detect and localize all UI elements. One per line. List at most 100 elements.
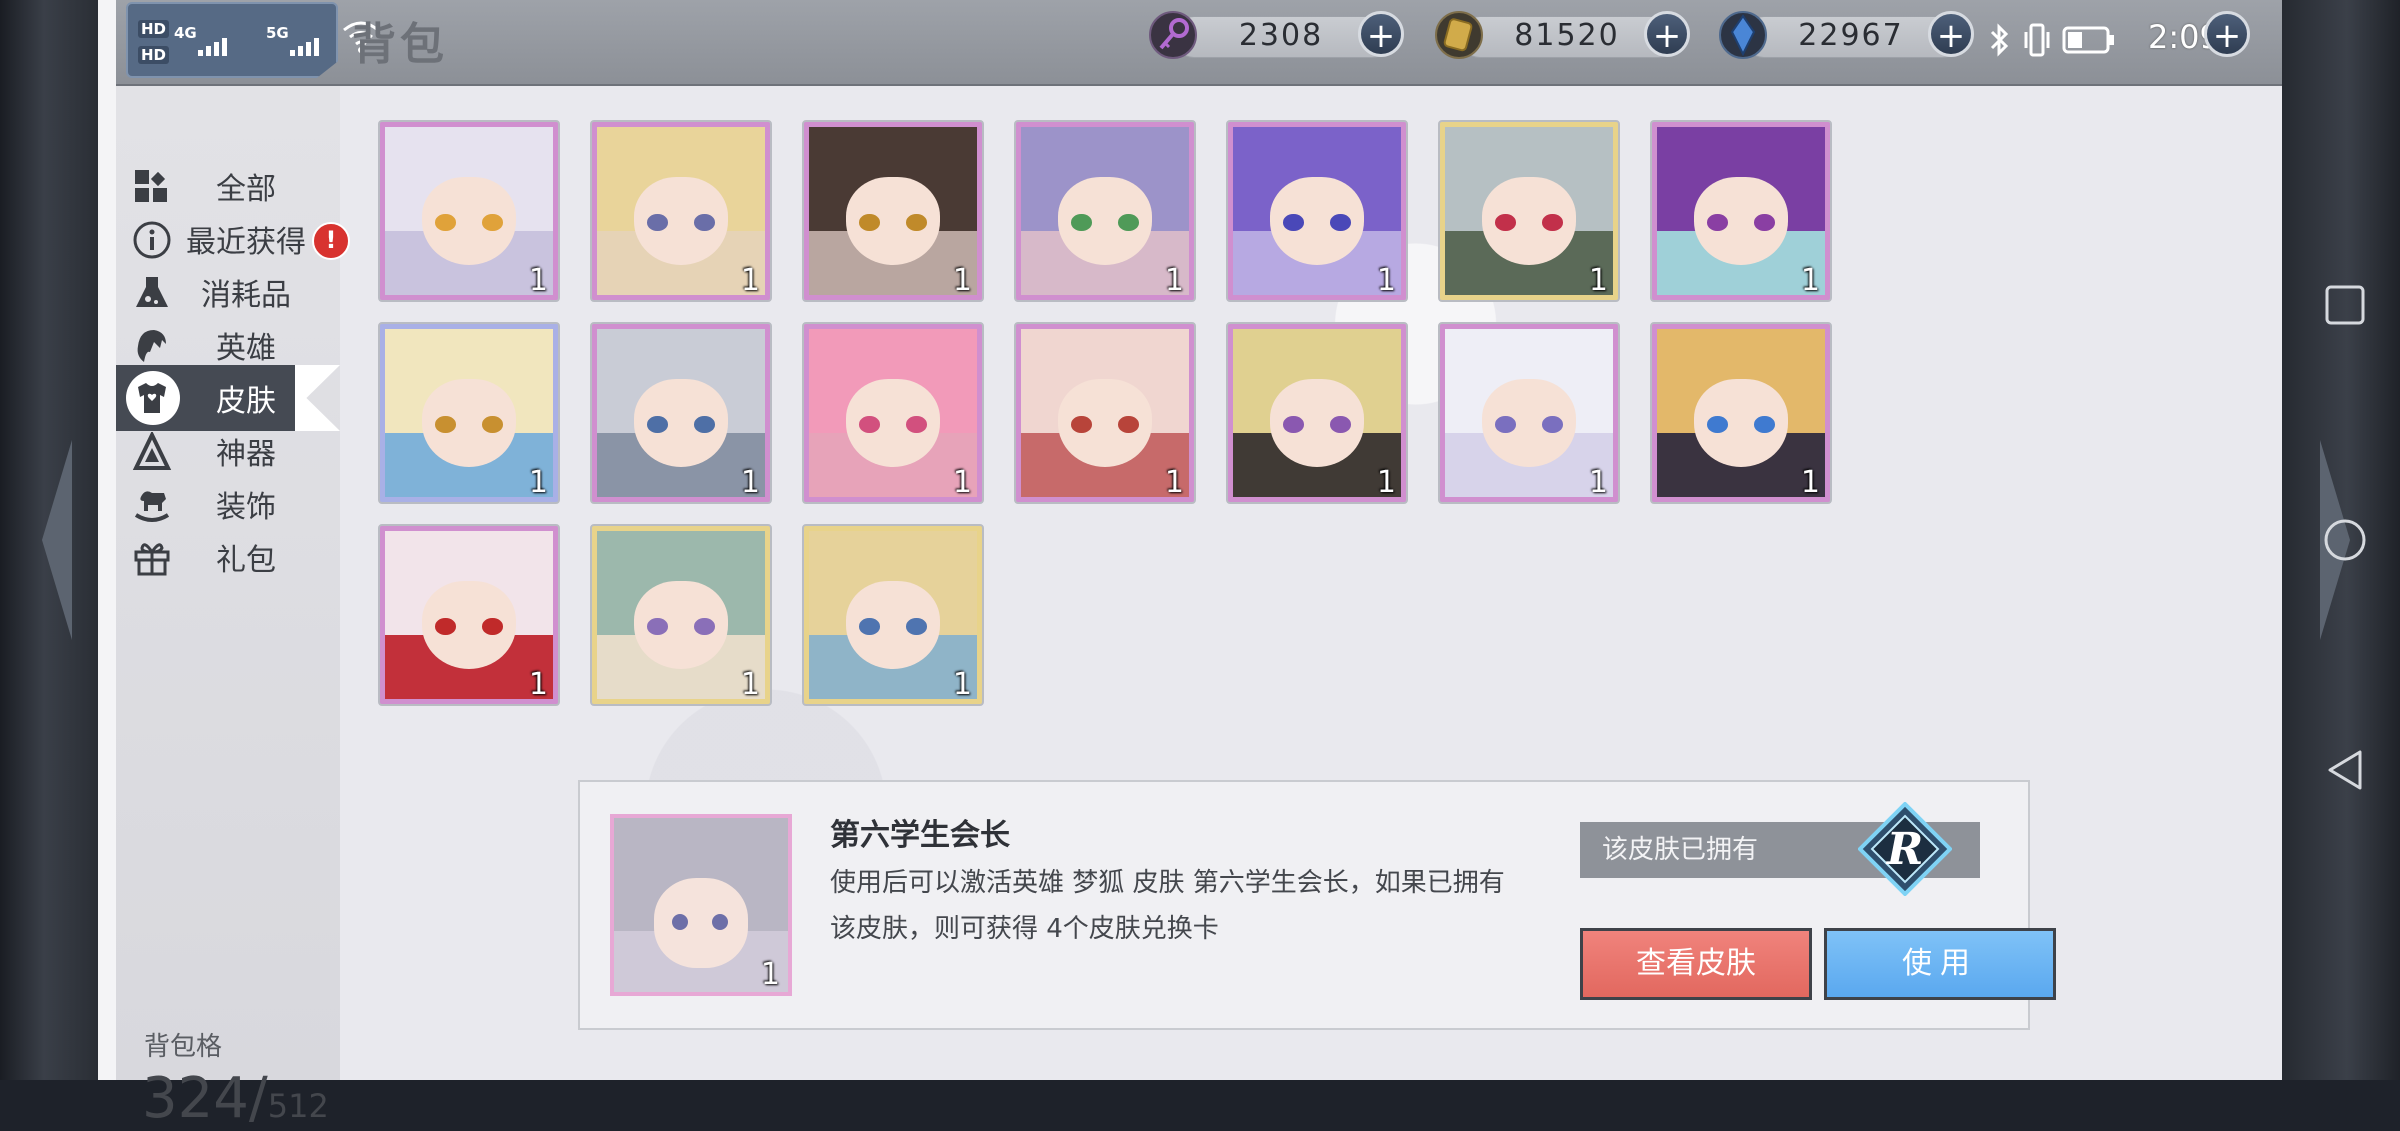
skin-card[interactable]: 1 [378,120,560,302]
item-detail-panel: 1 第六学生会长 使用后可以激活英雄 梦狐 皮肤 第六学生会长，如果已拥有该皮肤… [578,780,2056,1030]
sidebar-item-label: 最近获得 [186,225,306,260]
skin-card[interactable]: 1 [590,524,772,706]
skin-card[interactable]: 1 [1014,322,1196,504]
skin-count: 1 [1588,263,1608,298]
skin-count: 1 [528,263,548,298]
portrait-eye [906,416,927,434]
skin-card[interactable]: 1 [802,120,984,302]
home-button[interactable] [2320,515,2370,565]
currency-amount: 81520 [1514,18,1620,53]
network-label: 5G [266,24,289,42]
portrait-eye [694,618,715,636]
currency-amount: 2308 [1238,18,1324,53]
skin-portrait [809,329,977,497]
portrait-eye [712,914,728,930]
skin-portrait [1233,127,1401,295]
skin-card[interactable]: 1 [1650,322,1832,504]
info-icon [133,221,171,259]
portrait-eye [859,214,880,232]
use-button[interactable]: 使用 [1824,928,2056,1000]
skin-portrait [1445,127,1613,295]
rocking-horse-icon [134,491,170,522]
portrait-eye [1707,214,1728,232]
skin-portrait [1021,329,1189,497]
currency-amount: 22967 [1798,18,1904,53]
item-description: 使用后可以激活英雄 梦狐 皮肤 第六学生会长，如果已拥有该皮肤，则可获得 4个皮… [830,868,1505,944]
bluetooth-icon [1990,23,2009,57]
portrait-eye [694,214,715,232]
portrait-eye [435,416,456,434]
skin-count: 1 [1588,465,1608,500]
portrait-eye [647,618,668,636]
portrait-eye [1118,214,1139,232]
skin-card[interactable]: 1 [590,120,772,302]
skin-count: 1 [1800,465,1820,500]
skin-count: 1 [528,667,548,702]
skin-icon [138,383,166,413]
skin-portrait [809,531,977,699]
skin-portrait [1657,329,1825,497]
portrait-eye [1118,416,1139,434]
flask-icon [136,277,168,307]
battery-icon [2062,26,2114,54]
rarity-letter: R [1885,824,1924,875]
skin-portrait [597,531,765,699]
skin-card[interactable]: 1 [1014,120,1196,302]
portrait-eye [1754,416,1775,434]
view-skin-button[interactable]: 查看皮肤 [1580,928,1812,1000]
sidebar-item-gifts[interactable]: 礼包 [116,524,340,590]
skin-card[interactable]: 1 [378,322,560,504]
portrait-eye [1330,214,1351,232]
page-title: 背包 [352,19,448,70]
skin-card[interactable]: 1 [802,524,984,706]
portrait-eye [1283,416,1304,434]
portrait-eye [859,416,880,434]
skin-count: 1 [740,667,760,702]
portrait-eye [482,214,503,232]
skin-count: 1 [952,465,972,500]
skin-card[interactable]: 1 [1650,120,1832,302]
network-label: 4G [174,24,197,42]
sidebar-item-label: 皮肤 [216,384,276,419]
skin-card[interactable]: 1 [1438,120,1620,302]
grid-icon [135,170,167,202]
add-currency-button[interactable]: + [1644,11,1690,57]
portrait-eye [647,214,668,232]
left-decor-arrow [42,440,72,640]
hd-badge: HD [138,46,170,64]
skin-portrait [385,531,553,699]
recent-apps-button[interactable] [2320,280,2370,330]
skin-card[interactable]: 1 [1226,120,1408,302]
rarity-badge: R [1858,802,1952,896]
portrait-eye [1071,416,1092,434]
skin-card[interactable]: 1 [1438,322,1620,504]
sidebar-item-label: 全部 [216,172,276,207]
add-currency-button[interactable]: + [2204,11,2250,57]
portrait-eye [1330,416,1351,434]
skin-card[interactable]: 1 [1226,322,1408,504]
triangle-back-icon [2328,750,2362,790]
skin-card[interactable]: 1 [378,524,560,706]
currency-purple-key: 2308 + [1146,8,1412,62]
portrait-eye [1495,214,1516,232]
portrait-eye [482,416,503,434]
skin-count: 1 [1800,263,1820,298]
extra-currency-slot: + [2204,8,2264,62]
currency-gold-coin: 81520 + [1432,8,1698,62]
portrait-eye [1495,416,1516,434]
back-button[interactable] [2320,745,2370,795]
sidebar-item-label: 神器 [216,437,276,472]
sidebar-item-label: 礼包 [216,543,276,578]
add-currency-button[interactable]: + [1358,11,1404,57]
skin-card[interactable]: 1 [590,322,772,504]
portrait-eye [906,214,927,232]
portrait-eye [1071,214,1092,232]
portrait-eye [672,914,688,930]
skin-card[interactable]: 1 [802,322,984,504]
skin-count: 1 [760,957,780,992]
portrait-eye [1707,416,1728,434]
add-currency-button[interactable]: + [1928,11,1974,57]
bag-max: 512 [267,1087,329,1125]
sidebar-item-label: 英雄 [216,331,276,366]
skin-portrait [1657,127,1825,295]
